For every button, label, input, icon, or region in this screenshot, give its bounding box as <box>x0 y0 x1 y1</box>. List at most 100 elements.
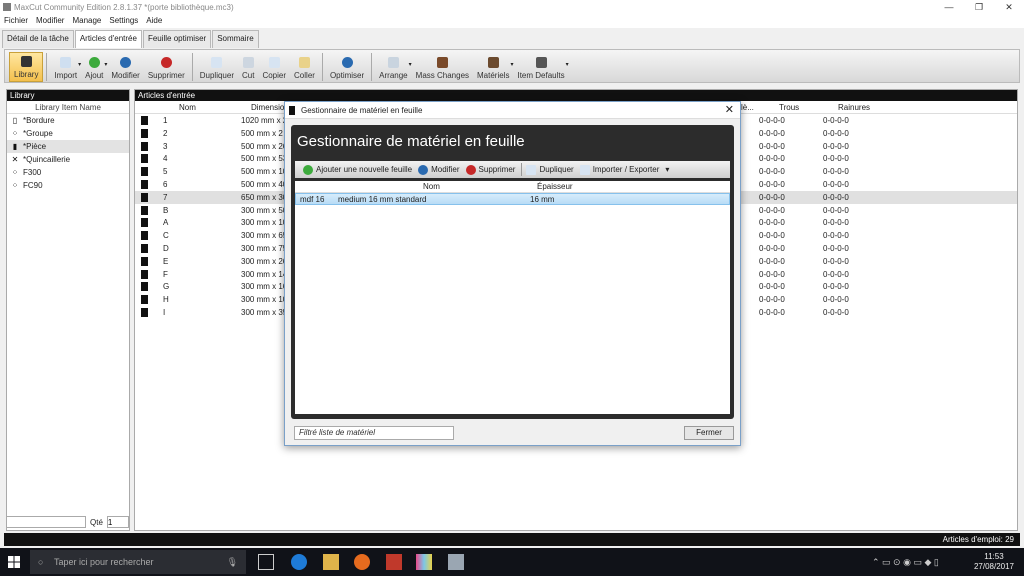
duplicate-button[interactable]: Dupliquer <box>526 164 574 175</box>
optimiser-button[interactable]: Optimiser <box>326 52 368 82</box>
material-filter-input[interactable]: Filtré liste de matériel <box>294 426 454 440</box>
column-cut[interactable]: lè... <box>741 103 754 112</box>
toolbar-separator <box>321 53 323 81</box>
play-icon <box>341 57 353 68</box>
edge-browser-icon[interactable] <box>291 554 307 570</box>
materials-icon <box>487 57 499 68</box>
cell-nom: C <box>163 231 169 241</box>
column-dimensions[interactable]: Dimensio <box>251 103 284 112</box>
copier-button[interactable]: Copier <box>258 52 290 82</box>
supprimer-button[interactable]: Supprimer <box>144 52 189 82</box>
material-code: mdf 16 <box>300 195 325 204</box>
library-icon <box>20 56 32 67</box>
toolbar-separator <box>191 53 193 81</box>
app-taskbar-icon[interactable] <box>448 554 464 570</box>
library-item[interactable]: ▯ *Bordure <box>7 114 129 127</box>
windows-start-icon[interactable] <box>8 556 20 568</box>
toolbar-separator <box>521 163 523 176</box>
library-item[interactable]: ⁘ *Groupe <box>7 127 129 140</box>
row-marker <box>141 282 148 292</box>
group-icon: ⁘ <box>11 168 19 177</box>
search-icon: ○ <box>38 557 44 567</box>
library-button[interactable]: Library <box>9 52 44 82</box>
cell-dimensions: 500 mm x 26 <box>241 141 288 151</box>
add-sheet-button[interactable]: Ajouter une nouvelle feuille <box>303 164 412 175</box>
library-column-header[interactable]: Library Item Name <box>7 101 129 114</box>
cell-trous: 0-0-0-0 <box>759 192 785 202</box>
import-icon <box>60 57 72 68</box>
item-defaults-dropdown-icon[interactable]: ▾ <box>566 61 569 68</box>
column-nom[interactable]: Nom <box>423 182 440 191</box>
close-button[interactable]: ✕ <box>994 0 1024 14</box>
column-rainures[interactable]: Rainures <box>838 103 870 112</box>
library-item[interactable]: ⁘ F300 <box>7 166 129 179</box>
modify-button[interactable]: Modifier <box>418 164 460 175</box>
tab-feuille-optimiser[interactable]: Feuille optimiser <box>142 30 212 48</box>
fermer-button[interactable]: Fermer <box>684 426 734 440</box>
library-item[interactable]: ✕ *Quincaillerie <box>7 153 129 166</box>
menu-fichier[interactable]: Fichier <box>4 14 28 28</box>
tab-sommaire[interactable]: Sommaire <box>212 30 259 48</box>
maximize-button[interactable]: ❐ <box>964 0 994 14</box>
column-trous[interactable]: Trous <box>779 103 799 112</box>
row-marker <box>141 167 148 177</box>
cell-dimensions: 300 mm x 75 <box>241 243 288 253</box>
status-bar: Articles d'emploi: 29 <box>4 533 1020 546</box>
library-item[interactable]: ▮ *Pièce <box>7 140 129 153</box>
tab-detail[interactable]: Détail de la tâche <box>2 30 74 48</box>
dupliquer-button[interactable]: Dupliquer <box>196 52 238 82</box>
cell-trous: 0-0-0-0 <box>759 218 785 228</box>
menu-aide[interactable]: Aide <box>146 14 162 28</box>
library-header: Library <box>7 90 129 101</box>
cell-dimensions: 300 mm x 10 <box>241 218 288 228</box>
dialog-close-icon[interactable]: ✕ <box>725 103 734 116</box>
file-explorer-icon[interactable] <box>323 554 339 570</box>
arrange-button[interactable]: Arrange <box>375 52 411 82</box>
quantity-input[interactable] <box>106 516 129 528</box>
cell-nom: A <box>163 218 169 228</box>
import-button[interactable]: Import <box>50 52 81 82</box>
row-marker <box>141 231 148 241</box>
cell-rainures: 0-0-0-0 <box>823 218 849 228</box>
coller-button[interactable]: Coller <box>290 52 319 82</box>
modifier-button[interactable]: Modifier <box>107 52 143 82</box>
library-item[interactable]: ⁘ FC90 <box>7 179 129 192</box>
cut-button[interactable]: Cut <box>238 52 258 82</box>
status-text: Articles d'emploi: 29 <box>942 535 1014 544</box>
taskbar: ○ Taper ici pour rechercher 🎙 ⌃ ▭ ⊙ ◉ ▭ … <box>0 548 1024 576</box>
column-epaisseur[interactable]: Épaisseur <box>537 182 573 191</box>
mass-changes-button[interactable]: Mass Changes <box>412 52 473 82</box>
edge-icon: ▯ <box>12 116 18 125</box>
sketchup-icon[interactable] <box>386 554 402 570</box>
dialog-heading: Gestionnaire de matériel en feuille <box>297 133 525 150</box>
delete-button[interactable]: Supprimer <box>465 164 515 175</box>
menu-modifier[interactable]: Modifier <box>36 14 64 28</box>
cell-nom: 4 <box>163 154 168 164</box>
paste-icon <box>298 57 310 68</box>
row-marker <box>141 192 148 202</box>
firefox-icon[interactable] <box>354 554 370 570</box>
system-tray-icons[interactable]: ⌃ ▭ ⊙ ◉ ▭ ◆ ▯ <box>872 557 939 568</box>
menu-manage[interactable]: Manage <box>72 14 101 28</box>
hardware-icon: ✕ <box>11 155 19 164</box>
item-defaults-button[interactable]: Item Defaults <box>513 52 568 82</box>
microphone-icon[interactable]: 🎙 <box>227 550 238 574</box>
maxcut-taskbar-icon[interactable] <box>416 554 432 570</box>
cell-rainures: 0-0-0-0 <box>823 192 849 202</box>
clock[interactable]: 11:53 27/08/2017 <box>974 552 1014 572</box>
cell-trous: 0-0-0-0 <box>759 282 785 292</box>
library-search-input[interactable] <box>6 516 86 528</box>
task-view-icon[interactable] <box>258 554 274 570</box>
menu-settings[interactable]: Settings <box>109 14 138 28</box>
tab-articles[interactable]: Articles d'entrée <box>74 30 142 48</box>
import-export-button[interactable]: Importer / Exporter ▾ <box>579 164 669 175</box>
materiels-button[interactable]: Matériels <box>473 52 513 82</box>
cell-rainures: 0-0-0-0 <box>823 269 849 279</box>
material-row[interactable]: mdf 16 medium 16 mm standard 16 mm <box>295 193 730 205</box>
cell-dimensions: 300 mm x 10 <box>241 295 288 305</box>
cell-trous: 0-0-0-0 <box>759 295 785 305</box>
column-nom[interactable]: Nom <box>179 103 196 112</box>
taskbar-search[interactable]: ○ Taper ici pour rechercher 🎙 <box>30 550 246 574</box>
row-marker <box>141 128 148 138</box>
minimize-button[interactable]: — <box>934 0 964 14</box>
